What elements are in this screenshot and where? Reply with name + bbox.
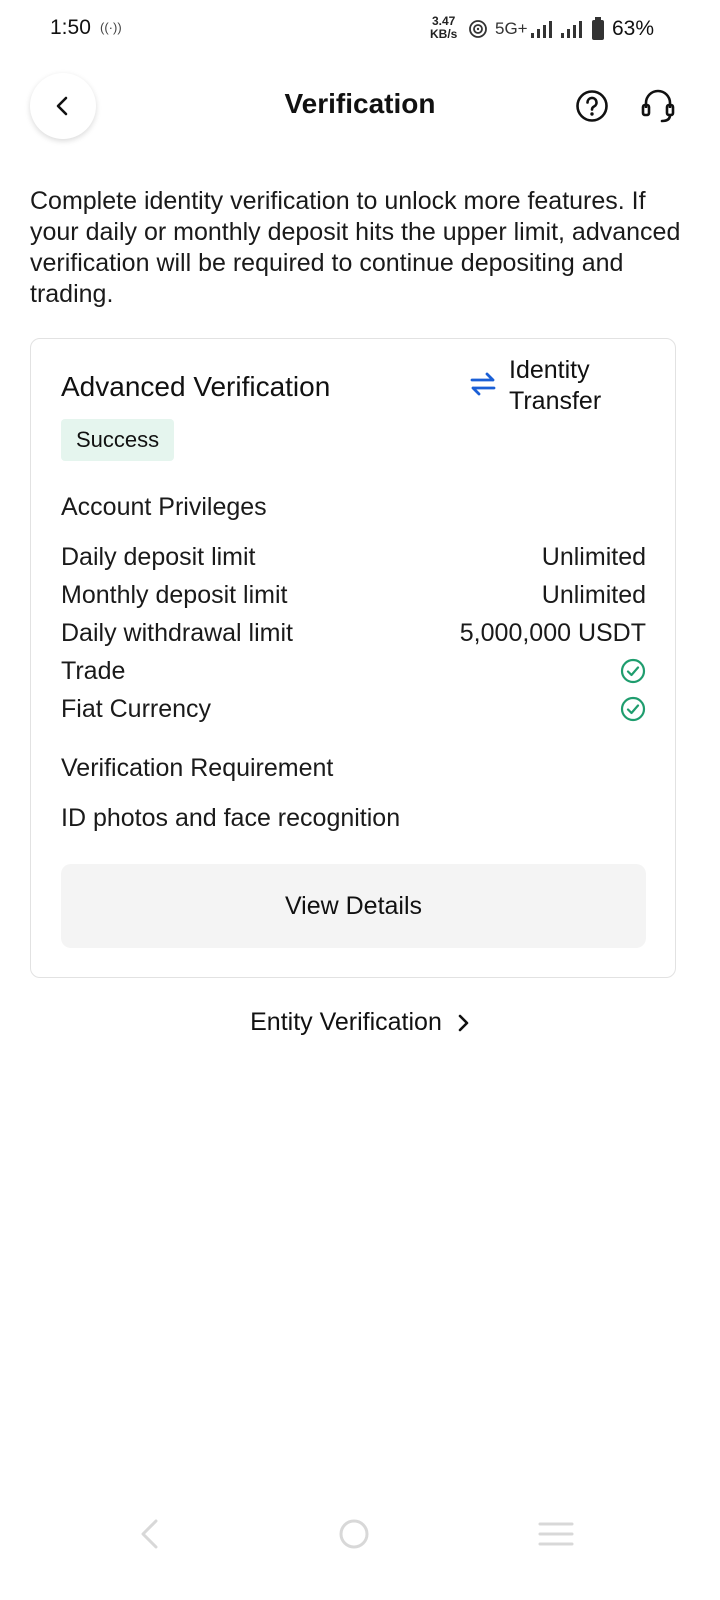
speed-unit: KB/s — [430, 27, 458, 41]
privilege-row: Fiat Currency — [61, 694, 646, 724]
privilege-label: Trade — [61, 656, 126, 685]
transfer-label-line2: Transfer — [509, 387, 602, 415]
hotspot-icon: ((·)) — [100, 20, 122, 35]
status-badge: Success — [61, 419, 175, 461]
privilege-label: Daily withdrawal limit — [61, 618, 293, 647]
privilege-label: Fiat Currency — [61, 694, 212, 723]
chevron-right-icon — [458, 1014, 469, 1031]
privileges-heading: Account Privileges — [61, 493, 267, 521]
privilege-value: Unlimited — [541, 580, 646, 609]
status-bar: 1:50 ((·)) 3.47 KB/s 5G+ 63% — [0, 0, 720, 60]
privilege-row: Monthly deposit limit Unlimited — [61, 580, 646, 610]
check-circle-icon — [620, 696, 646, 722]
entity-verification-link[interactable]: Entity Verification — [0, 1008, 720, 1037]
back-button[interactable] — [30, 73, 96, 139]
view-details-button[interactable]: View Details — [61, 864, 646, 948]
nav-menu-icon[interactable] — [538, 1520, 574, 1548]
transfer-label-line1: Identity — [509, 356, 590, 384]
status-time: 1:50 — [50, 16, 91, 39]
privilege-value: Unlimited — [541, 542, 646, 571]
check-circle-icon — [620, 658, 646, 684]
help-icon[interactable] — [575, 89, 609, 123]
identity-transfer-label: Identity Transfer — [509, 355, 601, 417]
chevron-left-icon — [56, 96, 68, 116]
advanced-verification-card: Advanced Verification Identity Transfer … — [30, 338, 676, 978]
headset-icon[interactable] — [640, 88, 676, 124]
privilege-row: Trade — [61, 656, 646, 686]
signal-icon — [561, 21, 582, 38]
privilege-label: Daily deposit limit — [61, 542, 256, 571]
battery-icon — [592, 17, 604, 40]
system-nav-bar — [0, 1500, 720, 1600]
battery-percent: 63% — [612, 17, 655, 40]
privilege-row: Daily deposit limit Unlimited — [61, 542, 646, 572]
entity-verification-label: Entity Verification — [250, 1008, 442, 1036]
page-title: Verification — [284, 88, 436, 119]
intro-text: Complete identity verification to unlock… — [30, 187, 681, 308]
nav-back-icon[interactable] — [138, 1518, 162, 1550]
signal-icon — [531, 21, 552, 38]
network-speed: 3.47 KB/s — [430, 15, 457, 41]
network-type: 5G+ — [495, 19, 528, 38]
identity-transfer-button[interactable]: Identity Transfer — [469, 355, 601, 417]
nav-home-icon[interactable] — [338, 1518, 370, 1550]
privilege-value: 5,000,000 USDT — [459, 618, 646, 647]
card-title: Advanced Verification — [61, 371, 331, 402]
privilege-row: Daily withdrawal limit 5,000,000 USDT — [61, 618, 646, 648]
requirement-heading: Verification Requirement — [61, 754, 334, 782]
privilege-label: Monthly deposit limit — [61, 580, 288, 609]
wifi-icon — [469, 20, 487, 38]
requirement-text: ID photos and face recognition — [61, 804, 401, 832]
transfer-arrows-icon — [470, 372, 496, 396]
